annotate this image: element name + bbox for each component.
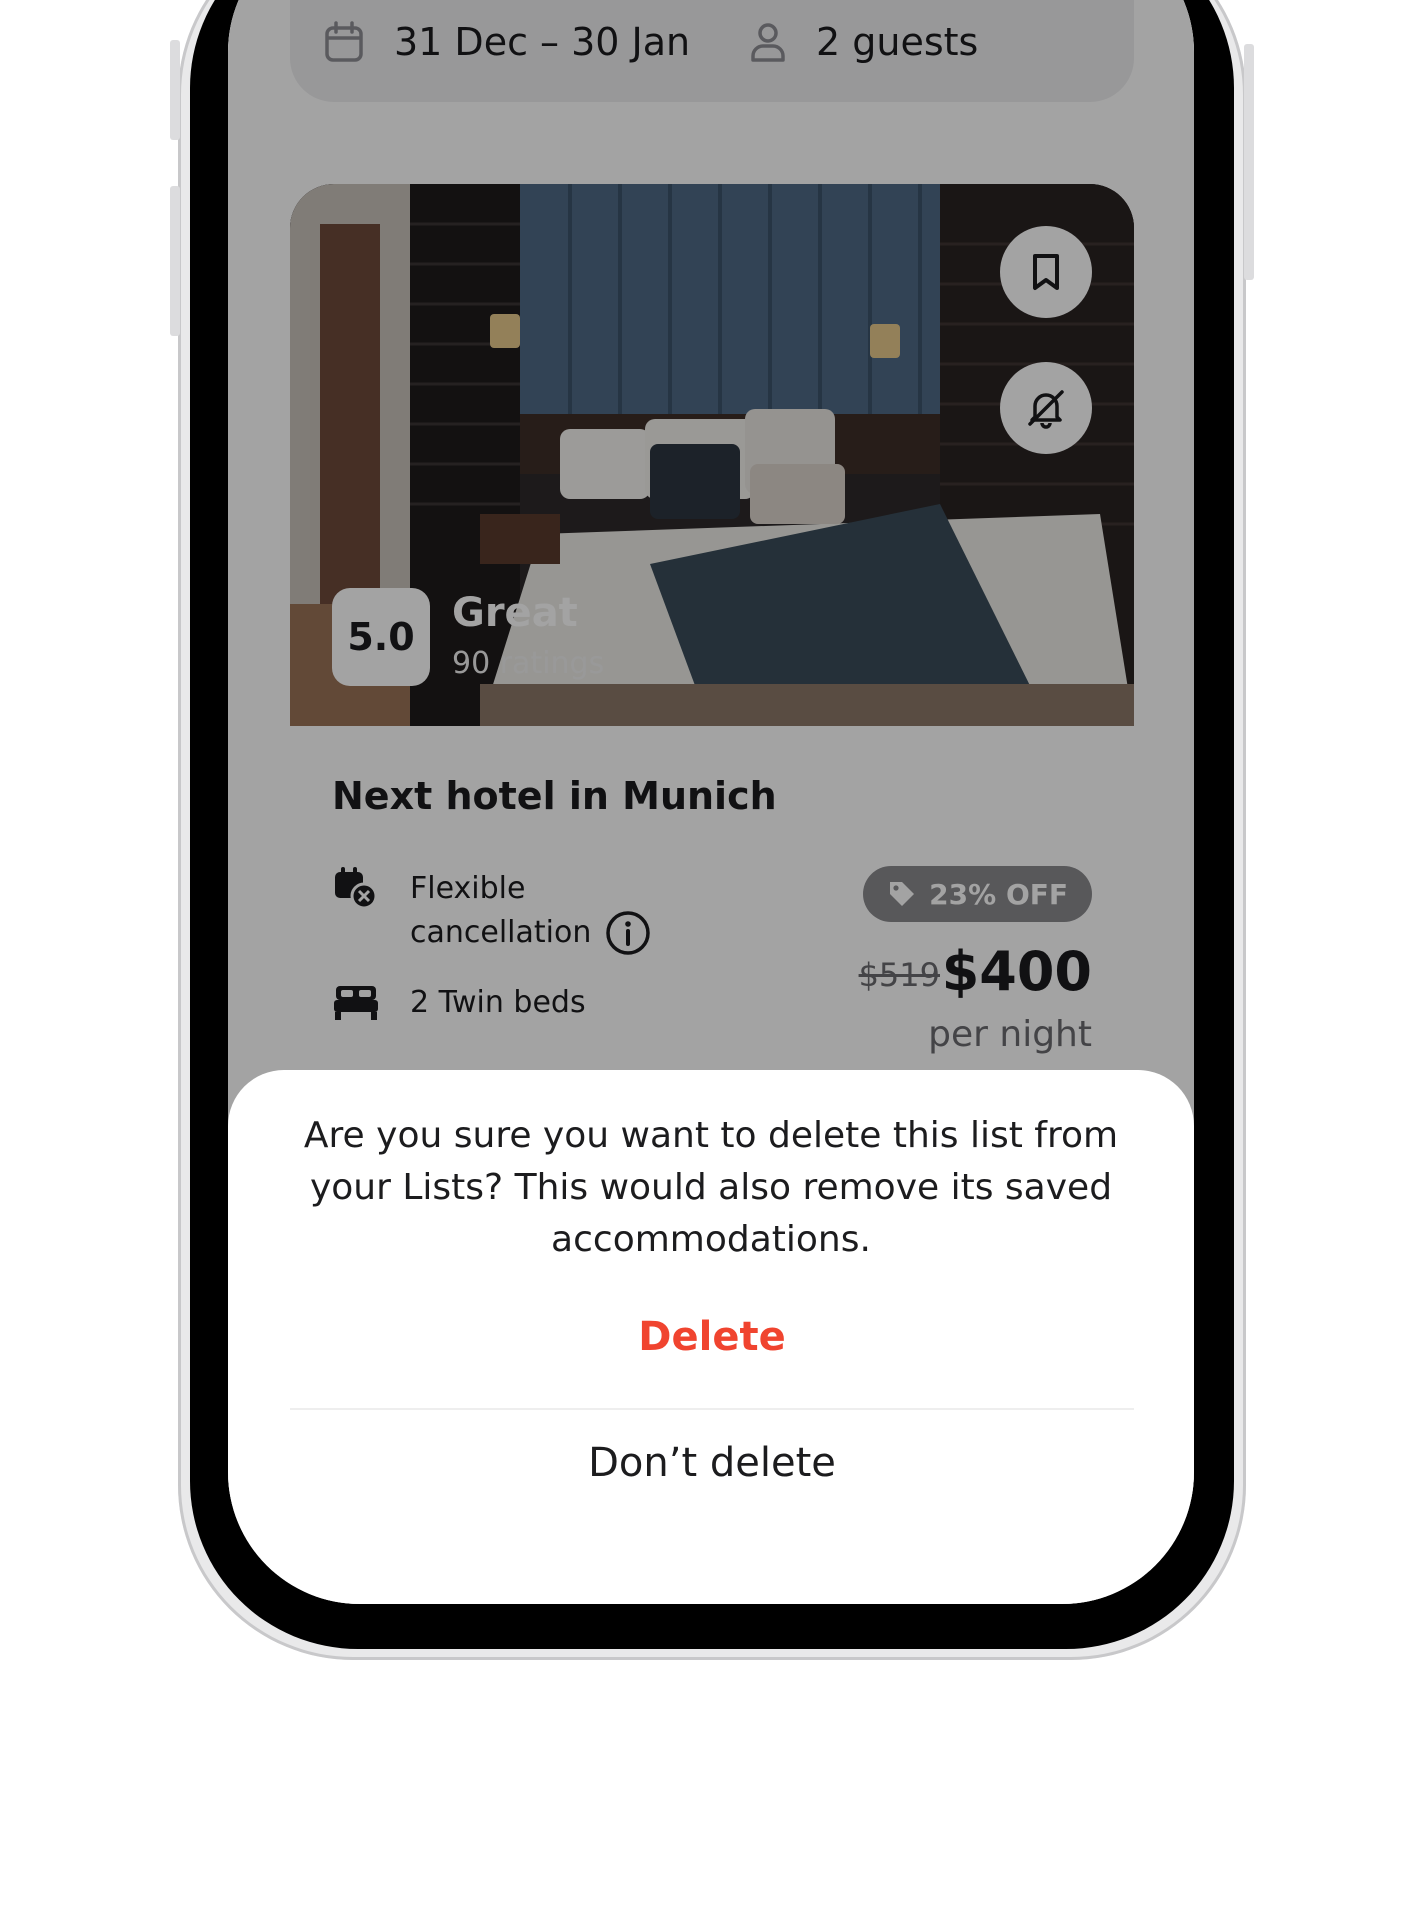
power-button <box>1244 44 1254 280</box>
volume-button <box>170 186 180 336</box>
silent-switch <box>170 40 180 140</box>
dont-delete-button[interactable]: Don’t delete <box>290 1440 1134 1486</box>
delete-button[interactable]: Delete <box>290 1314 1134 1360</box>
divider <box>290 1408 1134 1410</box>
phone-screen: 31 Dec – 30 Jan 2 guests 5.0 Great 90 ra… <box>228 0 1194 1604</box>
confirmation-message: Are you sure you want to delete this lis… <box>303 1115 1119 1260</box>
delete-confirmation-sheet: Are you sure you want to delete this lis… <box>228 1070 1194 1604</box>
